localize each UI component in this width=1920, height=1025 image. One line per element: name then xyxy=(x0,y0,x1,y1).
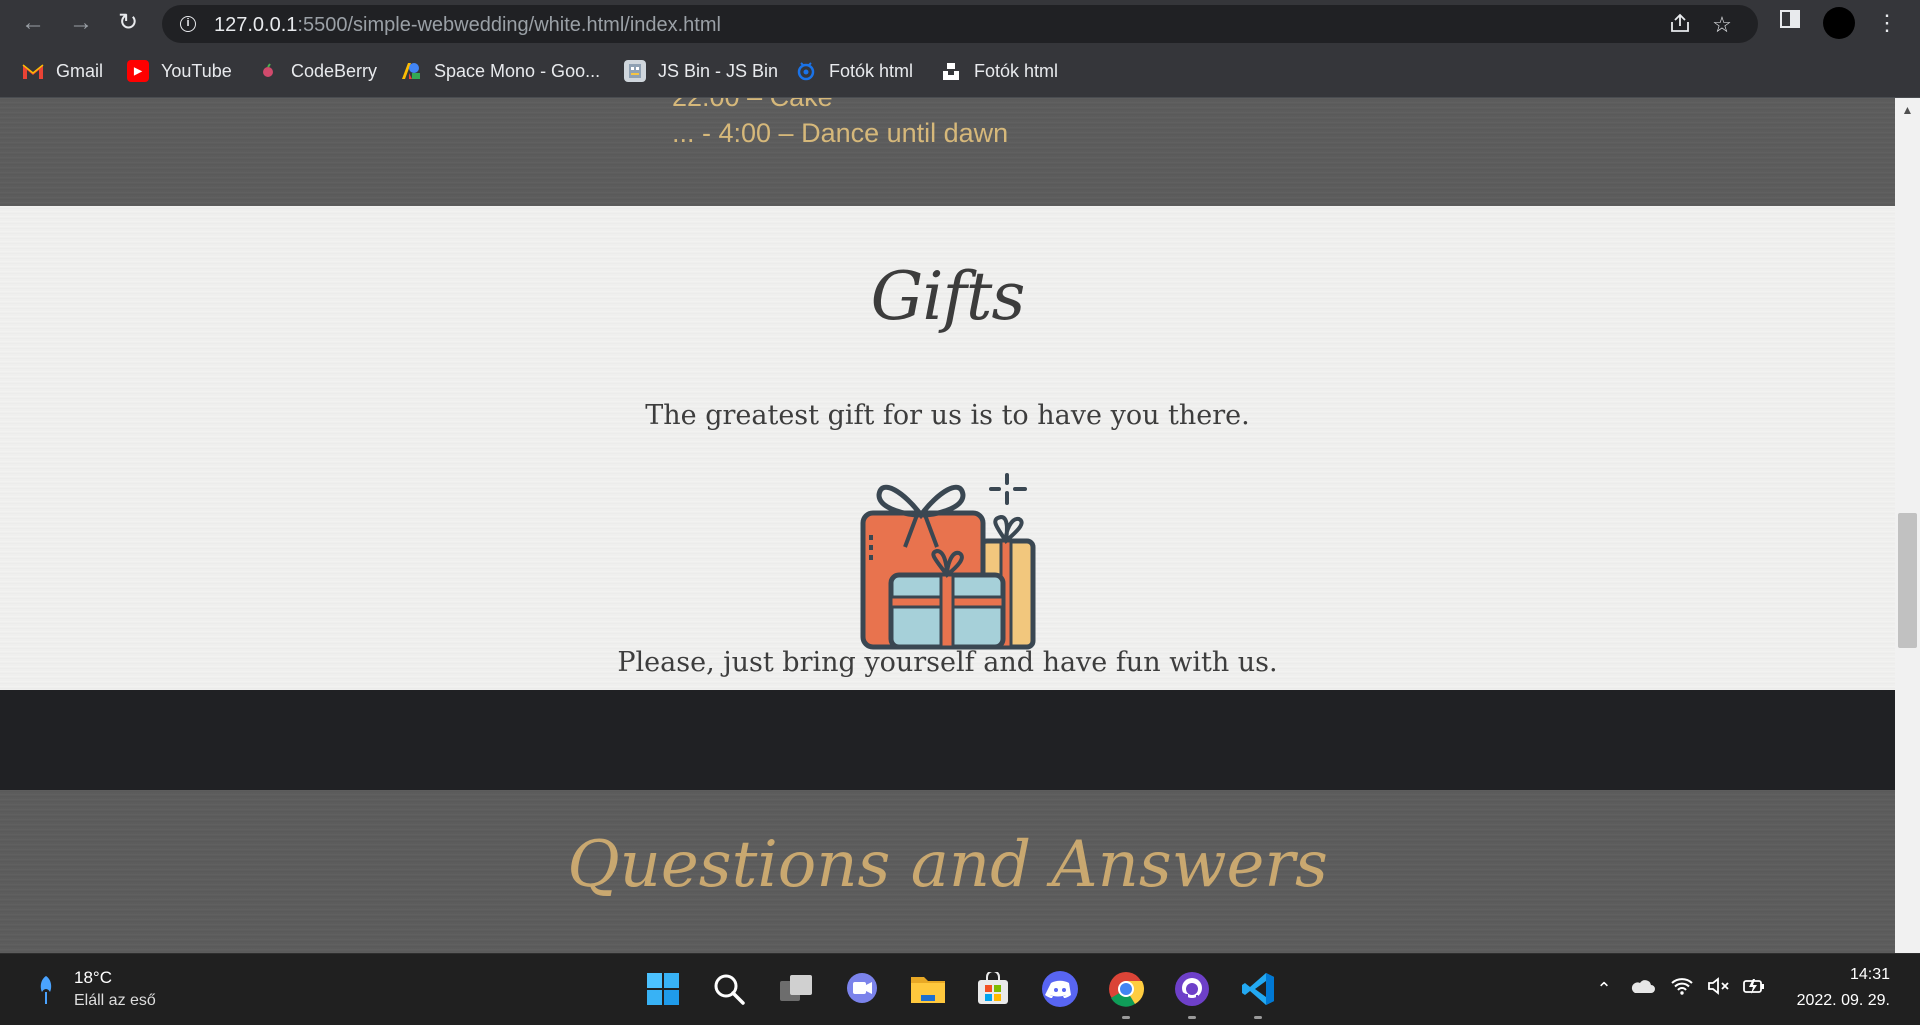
running-indicator xyxy=(1254,1016,1262,1019)
weather-description[interactable]: Eláll az eső xyxy=(74,992,156,1010)
page-viewport: 22:00 – Cake ... - 4:00 – Dance until da… xyxy=(0,98,1895,953)
share-icon[interactable] xyxy=(1666,11,1694,39)
start-icon[interactable] xyxy=(642,968,684,1010)
discord-icon[interactable] xyxy=(1039,968,1081,1010)
bookmark-space-mono[interactable]: Space Mono - Goo... xyxy=(400,58,600,84)
scroll-up-icon[interactable]: ▲ xyxy=(1895,98,1920,122)
schedule-item: 22:00 – Cake xyxy=(672,98,833,113)
reload-icon[interactable]: ↻ xyxy=(113,8,143,38)
gmail-icon xyxy=(22,60,44,82)
bookmark-label: Fotók html xyxy=(974,60,1059,81)
schedule-item: ... - 4:00 – Dance until dawn xyxy=(672,118,1009,148)
side-panel-icon[interactable] xyxy=(1775,8,1805,38)
fotok-icon xyxy=(795,60,817,82)
gifts-text-2: Please, just bring yourself and have fun… xyxy=(617,647,1278,678)
chevron-up-icon[interactable]: ⌃ xyxy=(1592,976,1616,1002)
forward-arrow-icon[interactable]: → xyxy=(66,8,96,38)
url-host: 127.0.0.1 xyxy=(214,14,298,36)
search-icon[interactable] xyxy=(708,968,750,1010)
bookmark-fotok-2[interactable]: Fotók html xyxy=(940,58,1058,84)
teams-chat-icon[interactable] xyxy=(841,968,883,1010)
page-scrollbar[interactable]: ▲ xyxy=(1895,98,1920,953)
file-explorer-icon[interactable] xyxy=(907,968,949,1010)
chrome-icon[interactable] xyxy=(1105,968,1147,1019)
github-desktop-icon[interactable] xyxy=(1171,968,1213,1019)
bookmark-label: Space Mono - Goo... xyxy=(434,60,601,81)
bookmark-youtube[interactable]: ▶ YouTube xyxy=(127,58,232,84)
profile-avatar[interactable] xyxy=(1823,7,1855,39)
bookmark-jsbin[interactable]: JS Bin - JS Bin xyxy=(624,58,778,84)
bookmarks-bar: Gmail ▶ YouTube CodeBerry Space Mono - Go… xyxy=(0,46,1920,98)
bookmark-codeberry[interactable]: CodeBerry xyxy=(257,58,377,84)
clock-time[interactable]: 14:31 xyxy=(1780,966,1890,984)
url-text[interactable]: 127.0.0.1:5500/simple-webwedding/white.h… xyxy=(214,14,721,37)
weather-temperature[interactable]: 18°C xyxy=(74,968,112,988)
youtube-icon: ▶ xyxy=(127,60,149,82)
bookmark-gmail[interactable]: Gmail xyxy=(22,58,103,84)
gift-boxes-icon xyxy=(860,473,1036,650)
codeberry-icon xyxy=(257,60,279,82)
bookmark-label: CodeBerry xyxy=(291,60,378,81)
browser-toolbar: ← → ↻ i 127.0.0.1:5500/simple-webwedding… xyxy=(0,0,1920,46)
vscode-icon[interactable] xyxy=(1237,968,1279,1019)
bookmark-label: Fotók html xyxy=(829,60,914,81)
address-bar[interactable]: i 127.0.0.1:5500/simple-webwedding/white… xyxy=(162,5,1758,43)
site-info-icon[interactable]: i xyxy=(180,16,196,32)
bookmark-label: JS Bin - JS Bin xyxy=(658,60,779,81)
wifi-icon[interactable] xyxy=(1668,976,1696,1003)
bookmark-fotok-1[interactable]: Fotók html xyxy=(795,58,913,84)
onedrive-cloud-icon[interactable] xyxy=(1627,976,1657,1002)
unsplash-icon xyxy=(940,60,962,82)
clock-date[interactable]: 2022. 09. 29. xyxy=(1780,992,1890,1010)
scroll-thumb[interactable] xyxy=(1898,513,1917,648)
windows-taskbar: 18°C Eláll az eső ⌃ 14:31 2022. 09. 29. xyxy=(0,953,1920,1025)
task-view-icon[interactable] xyxy=(775,968,817,1010)
jsbin-icon xyxy=(624,60,646,82)
kebab-menu-icon[interactable]: ⋮ xyxy=(1872,8,1902,38)
umbrella-rain-icon[interactable] xyxy=(36,972,56,1008)
url-path: :5500/simple-webwedding/white.html/index… xyxy=(297,14,721,36)
qa-heading: Questions and Answers xyxy=(567,828,1328,902)
gifts-text-1: The greatest gift for us is to have you … xyxy=(645,400,1250,431)
schedule-section: 22:00 – Cake ... - 4:00 – Dance until da… xyxy=(0,98,1895,206)
bookmark-star-icon[interactable]: ☆ xyxy=(1708,11,1736,39)
gifts-heading: Gifts xyxy=(870,258,1026,335)
speaker-muted-icon[interactable] xyxy=(1705,976,1733,1003)
back-arrow-icon[interactable]: ← xyxy=(18,8,48,38)
google-fonts-icon xyxy=(400,60,422,82)
battery-charging-icon[interactable] xyxy=(1740,976,1768,1003)
running-indicator xyxy=(1122,1016,1130,1019)
bookmark-label: YouTube xyxy=(161,60,232,81)
running-indicator xyxy=(1188,1016,1196,1019)
microsoft-store-icon[interactable] xyxy=(972,968,1014,1010)
bookmark-label: Gmail xyxy=(56,60,104,81)
